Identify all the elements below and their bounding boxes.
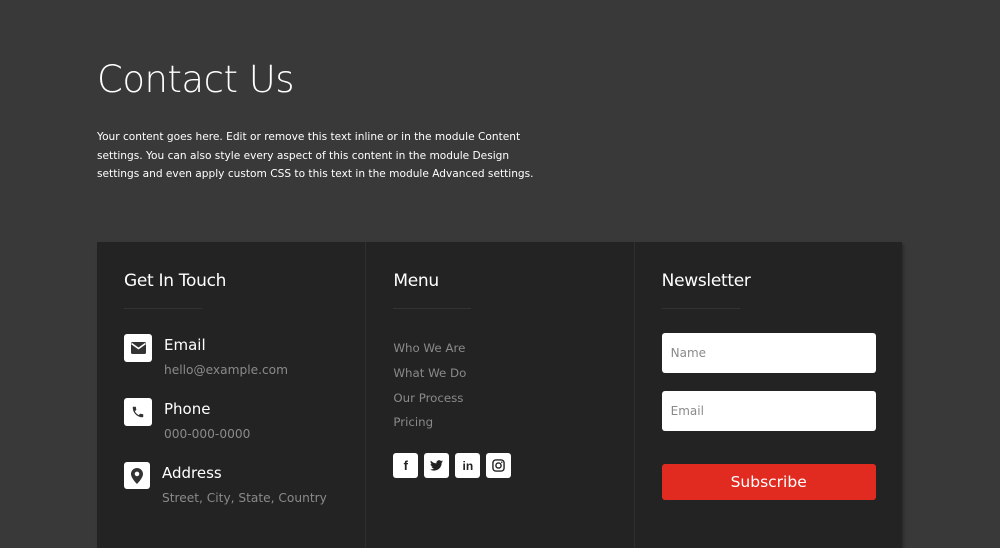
heading-divider [124, 308, 202, 309]
newsletter-heading: Newsletter [661, 271, 751, 291]
phone-icon [124, 398, 152, 426]
heading-divider [661, 308, 740, 309]
menu-link-what-we-do[interactable]: What We Do [393, 361, 606, 386]
map-pin-icon [124, 462, 150, 489]
menu-column: Menu Who We Are What We Do Our Process P… [365, 242, 633, 548]
hero-section: Contact Us Your content goes here. Edit … [97, 58, 537, 184]
twitter-icon [430, 460, 444, 471]
page-title: Contact Us [97, 58, 295, 101]
facebook-icon: f [403, 458, 408, 474]
contact-address-value: Street, City, State, Country [162, 491, 327, 505]
name-input[interactable] [661, 333, 876, 373]
twitter-button[interactable] [424, 453, 450, 479]
contact-address-label: Address [162, 464, 222, 482]
menu-heading: Menu [393, 271, 439, 291]
menu-list: Who We Are What We Do Our Process Pricin… [393, 336, 606, 435]
contact-phone-value[interactable]: 000-000-0000 [164, 427, 250, 441]
subscribe-button[interactable]: Subscribe [661, 464, 876, 500]
contact-panel: Get In Touch Email hello@example.com Pho… [97, 242, 902, 548]
envelope-icon [124, 334, 152, 362]
contact-email-value[interactable]: hello@example.com [164, 363, 288, 377]
linkedin-button[interactable]: in [455, 453, 481, 479]
newsletter-column: Newsletter Subscribe [633, 242, 902, 548]
social-links: f in [393, 453, 606, 479]
facebook-button[interactable]: f [393, 453, 419, 479]
instagram-icon [492, 459, 506, 472]
intro-text: Your content goes here. Edit or remove t… [97, 131, 534, 180]
contact-email-label: Email [164, 336, 206, 354]
menu-link-pricing[interactable]: Pricing [393, 410, 606, 435]
get-in-touch-column: Get In Touch Email hello@example.com Pho… [97, 242, 365, 548]
menu-link-who-we-are[interactable]: Who We Are [393, 336, 606, 361]
contact-phone-label: Phone [164, 400, 211, 418]
email-input[interactable] [661, 391, 876, 431]
instagram-button[interactable] [486, 453, 512, 479]
get-in-touch-heading: Get In Touch [124, 271, 227, 291]
linkedin-icon: in [462, 458, 474, 473]
menu-link-our-process[interactable]: Our Process [393, 386, 606, 411]
heading-divider [393, 308, 472, 309]
